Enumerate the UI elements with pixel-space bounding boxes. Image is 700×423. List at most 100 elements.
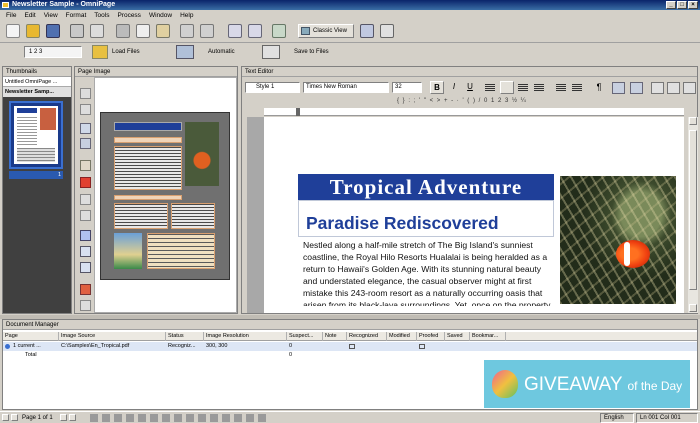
new-document-icon[interactable] <box>6 24 20 38</box>
save-to-files-button[interactable]: Save to Files <box>294 46 354 58</box>
align-right-icon[interactable] <box>518 84 528 91</box>
table-row[interactable]: 1 current ... C:\Samples\En_Tropical.pdf… <box>3 342 697 351</box>
view-mode-buttons[interactable] <box>90 414 270 422</box>
proofread-icon[interactable] <box>612 82 625 94</box>
column-suspect[interactable]: Suspect... <box>287 332 323 341</box>
load-files-icon[interactable] <box>92 45 108 59</box>
insert-table-icon[interactable] <box>683 82 696 94</box>
table-row[interactable]: Total 0 <box>3 351 697 360</box>
column-image-resolution[interactable]: Image Resolution <box>204 332 287 341</box>
settings-icon[interactable] <box>360 24 374 38</box>
copy-format-icon[interactable] <box>651 82 664 94</box>
automatic-button[interactable]: Automatic <box>208 46 258 58</box>
redo-icon[interactable] <box>200 24 214 38</box>
column-saved[interactable]: Saved <box>445 332 470 341</box>
cut-icon[interactable] <box>116 24 130 38</box>
column-proofed[interactable]: Proofed <box>417 332 445 341</box>
delete-zone-icon[interactable] <box>80 177 91 188</box>
minimize-button[interactable]: _ <box>666 1 676 9</box>
scroll-up-button[interactable] <box>689 117 697 125</box>
scan-icon[interactable] <box>90 24 104 38</box>
undo-zone-icon[interactable] <box>80 284 91 295</box>
close-button[interactable]: × <box>688 1 698 9</box>
zoom-in-page-icon[interactable] <box>80 246 91 257</box>
next-page-button[interactable] <box>60 414 67 421</box>
automatic-recognize-icon[interactable] <box>176 45 194 59</box>
table-grid-icon[interactable] <box>80 210 91 221</box>
hand-icon[interactable] <box>80 194 91 205</box>
zoom-out-icon[interactable] <box>248 24 262 38</box>
menu-process[interactable]: Process <box>113 12 144 19</box>
column-recognized[interactable]: Recognized <box>347 332 387 341</box>
save-icon[interactable] <box>46 24 60 38</box>
help-icon[interactable] <box>380 24 394 38</box>
pointer-icon[interactable] <box>80 123 91 134</box>
ruler[interactable] <box>264 108 684 116</box>
column-bookmark[interactable]: Bookmar... <box>470 332 506 341</box>
text-editor-header: Text Editor <box>242 67 697 77</box>
italic-button[interactable]: I <box>447 81 461 94</box>
page-image-header: Page Image <box>75 67 237 77</box>
select-text-icon[interactable] <box>80 88 91 99</box>
thumbnails-header: Thumbnails <box>3 67 71 77</box>
column-page[interactable]: Page <box>3 332 59 341</box>
preview-headline-zone <box>114 122 182 131</box>
font-size-select[interactable]: 32 <box>392 82 422 93</box>
load-files-button[interactable]: Load Files <box>112 46 168 58</box>
batch-name[interactable]: Untitled OmniPage ... <box>3 77 71 87</box>
column-status[interactable]: Status <box>166 332 204 341</box>
scroll-down-button[interactable] <box>689 304 697 312</box>
menu-format[interactable]: Format <box>62 12 91 19</box>
underline-button[interactable]: U <box>463 81 477 94</box>
last-page-button[interactable] <box>69 414 76 421</box>
menu-window[interactable]: Window <box>145 12 176 19</box>
align-center-icon[interactable] <box>500 81 514 94</box>
font-select[interactable]: Times New Roman <box>303 82 389 93</box>
column-note[interactable]: Note <box>323 332 347 341</box>
page-steps-indicator[interactable]: 1 2 3 <box>24 46 82 58</box>
select-picture-icon[interactable] <box>80 104 91 115</box>
zoom-out-page-icon[interactable] <box>80 262 91 273</box>
indent-marker[interactable] <box>296 108 300 116</box>
zoom-in-icon[interactable] <box>228 24 242 38</box>
document-body-text[interactable]: Nestled along a half-mile stretch of The… <box>303 239 553 306</box>
column-image-source[interactable]: Image Source <box>59 332 166 341</box>
style-select[interactable]: Style 1 <box>245 82 300 93</box>
save-to-files-icon[interactable] <box>262 45 280 59</box>
draw-zone-icon[interactable] <box>80 138 91 149</box>
menu-tools[interactable]: Tools <box>90 12 113 19</box>
numbering-icon[interactable] <box>572 84 582 91</box>
spellcheck-icon[interactable] <box>630 82 643 94</box>
bold-button[interactable]: B <box>430 81 444 94</box>
menu-view[interactable]: View <box>40 12 62 19</box>
rotate-icon[interactable] <box>80 160 91 171</box>
special-characters-toolbar[interactable]: { } : ; ' " < > + - · ' ( ) / 0 1 2 3 ½ … <box>247 96 694 106</box>
align-left-icon[interactable] <box>485 84 495 91</box>
first-page-button[interactable] <box>2 414 9 421</box>
classic-view-button[interactable]: Classic View <box>298 24 354 38</box>
prev-page-button[interactable] <box>11 414 18 421</box>
paragraph-mark-icon[interactable]: ¶ <box>593 81 605 94</box>
column-modified[interactable]: Modified <box>387 332 417 341</box>
maximize-button[interactable]: □ <box>677 1 687 9</box>
print-icon[interactable] <box>70 24 84 38</box>
view-icon[interactable] <box>272 24 286 38</box>
set-icon[interactable] <box>80 230 91 241</box>
document-headline[interactable]: Tropical Adventure <box>298 174 554 200</box>
scroll-thumb[interactable] <box>689 130 697 290</box>
bullets-icon[interactable] <box>556 84 566 91</box>
open-folder-icon[interactable] <box>26 24 40 38</box>
paste-icon[interactable] <box>156 24 170 38</box>
document-name[interactable]: Newsletter Samp... <box>3 87 71 97</box>
page-tool-icon[interactable] <box>80 300 91 311</box>
menu-file[interactable]: File <box>2 12 20 19</box>
page-image-preview[interactable] <box>100 112 230 280</box>
insert-picture-icon[interactable] <box>667 82 680 94</box>
copy-icon[interactable] <box>136 24 150 38</box>
document-subhead[interactable]: Paradise Rediscovered <box>306 212 546 234</box>
undo-icon[interactable] <box>180 24 194 38</box>
page-thumbnail[interactable] <box>9 101 63 169</box>
menu-edit[interactable]: Edit <box>20 12 39 19</box>
menu-help[interactable]: Help <box>176 12 197 19</box>
justify-icon[interactable] <box>534 84 544 91</box>
